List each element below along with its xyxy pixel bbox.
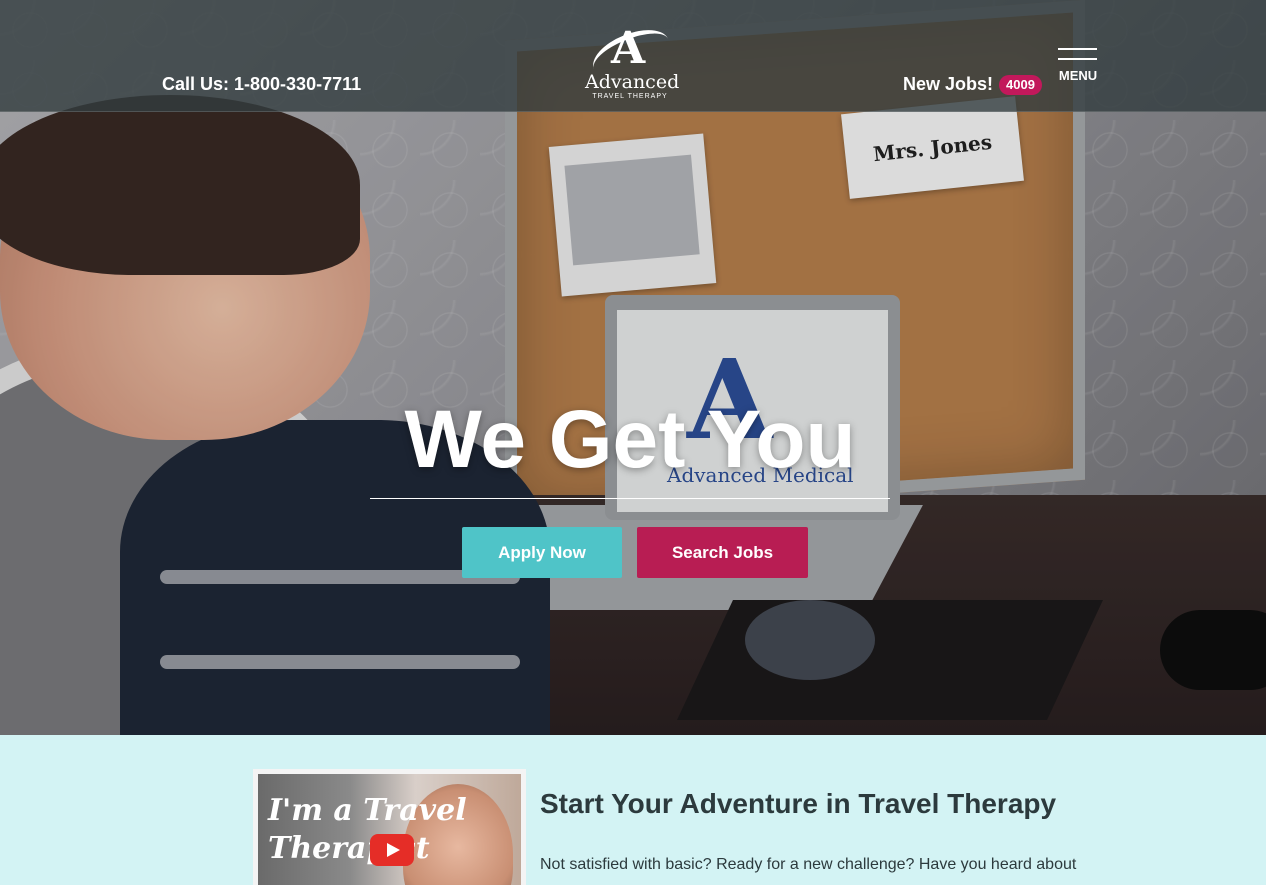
site-header: Call Us: 1-800-330-7711 A Advanced TRAVE… — [0, 0, 1266, 112]
section-text: Not satisfied with basic? Ready for a ne… — [540, 856, 1077, 873]
hero-title: We Get You — [404, 394, 856, 485]
video-thumbnail[interactable]: I'm a Travel Therapist — [253, 769, 526, 885]
phone-link[interactable]: Call Us: 1-800-330-7711 — [162, 74, 361, 95]
play-icon[interactable] — [370, 834, 414, 866]
new-jobs-label: New Jobs! — [903, 74, 994, 94]
hero-divider — [370, 498, 890, 499]
logo-icon: A — [585, 20, 676, 88]
site-logo[interactable]: A Advanced TRAVEL THERAPY — [585, 20, 679, 106]
apply-now-button[interactable]: Apply Now — [462, 527, 622, 578]
new-jobs-link[interactable]: New Jobs! 4009 — [903, 74, 1042, 95]
menu-label: MENU — [1058, 68, 1098, 83]
new-jobs-count-badge: 4009 — [999, 74, 1042, 95]
hamburger-icon — [1058, 48, 1097, 50]
menu-button[interactable]: MENU — [1058, 48, 1098, 83]
logo-sub: TRAVEL THERAPY — [592, 93, 668, 100]
search-jobs-button[interactable]: Search Jobs — [637, 527, 808, 578]
section-title: Start Your Adventure in Travel Therapy — [540, 788, 1057, 819]
